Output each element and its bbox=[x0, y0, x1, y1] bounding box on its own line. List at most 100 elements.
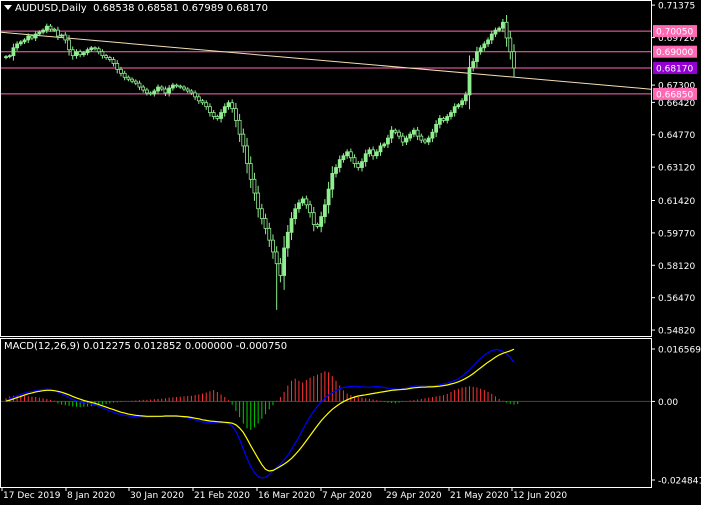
macd-label: MACD(12,26,9) 0.012275 0.012852 0.000000… bbox=[4, 341, 288, 352]
candle-body bbox=[115, 63, 120, 70]
candle-body bbox=[193, 92, 198, 98]
candle-body bbox=[259, 208, 264, 219]
candle-body bbox=[393, 129, 398, 133]
candle-body bbox=[237, 120, 242, 135]
candle-body bbox=[322, 204, 327, 218]
candle-body bbox=[85, 49, 90, 54]
candle-body bbox=[475, 51, 479, 62]
candle-body bbox=[345, 151, 350, 157]
candle-body bbox=[89, 47, 94, 51]
candle-body bbox=[148, 92, 153, 95]
candle-body bbox=[230, 102, 235, 110]
candle-body bbox=[189, 90, 194, 94]
candle-body bbox=[59, 34, 64, 37]
candle-body bbox=[93, 47, 97, 50]
candle-body bbox=[460, 100, 464, 106]
candle-body bbox=[200, 100, 205, 104]
candle-body bbox=[441, 118, 446, 121]
candle-body bbox=[348, 151, 353, 159]
chart-header: AUDUSD,Daily 0.68538 0.68581 0.67989 0.6… bbox=[4, 3, 268, 14]
time-tick-label: 30 Jan 2020 bbox=[130, 491, 184, 501]
price-tick-label: 0.56470 bbox=[658, 294, 695, 304]
candle-body bbox=[78, 51, 83, 56]
candle-body bbox=[334, 167, 338, 174]
candle-body bbox=[482, 43, 487, 49]
candle-body bbox=[211, 112, 216, 117]
candle-body bbox=[137, 82, 142, 88]
candle-body bbox=[382, 143, 387, 147]
candle-body bbox=[241, 133, 246, 147]
candle-body bbox=[96, 48, 101, 53]
candle-body bbox=[411, 129, 416, 135]
candle-body bbox=[133, 80, 138, 84]
candle-body bbox=[204, 102, 209, 108]
candle-body bbox=[15, 43, 20, 49]
candle-body bbox=[471, 61, 476, 68]
time-tick-label: 12 Jun 2020 bbox=[513, 491, 567, 501]
candle-body bbox=[33, 33, 38, 39]
price-tick-label: 0.59770 bbox=[658, 229, 695, 239]
candle-body bbox=[289, 218, 294, 233]
candle-body bbox=[374, 151, 379, 157]
candle-body bbox=[352, 157, 357, 165]
candle-body bbox=[167, 87, 172, 94]
candle-body bbox=[67, 39, 71, 51]
macd-header: MACD(12,26,9) 0.012275 0.012852 0.000000… bbox=[4, 341, 287, 352]
dropdown-triangle-icon[interactable] bbox=[4, 5, 12, 10]
candle-body bbox=[386, 137, 390, 145]
candle-body bbox=[300, 198, 305, 204]
candle-body bbox=[170, 84, 175, 89]
candle-body bbox=[274, 251, 279, 265]
time-tick-label: 21 Feb 2020 bbox=[194, 491, 250, 501]
candle-body bbox=[81, 52, 86, 56]
candle-body bbox=[297, 202, 301, 210]
candle-body bbox=[504, 21, 509, 39]
candle-body bbox=[423, 139, 427, 143]
candle-body bbox=[141, 86, 146, 91]
candle-body bbox=[508, 37, 513, 53]
symbol-label: AUDUSD,Daily bbox=[15, 3, 87, 14]
candle-body bbox=[337, 159, 342, 168]
candle-body bbox=[278, 263, 283, 276]
candle-body bbox=[315, 224, 320, 227]
candle-body bbox=[145, 89, 149, 94]
candle-body bbox=[18, 41, 23, 45]
macd-tick-label: 0.00 bbox=[658, 398, 678, 408]
candle-body bbox=[11, 47, 16, 57]
candle-body bbox=[330, 173, 335, 190]
candle-body bbox=[282, 247, 287, 276]
candle-body bbox=[497, 27, 502, 31]
candle-body bbox=[119, 68, 123, 74]
price-tag-label: 0.68170 bbox=[656, 65, 693, 75]
candle-body bbox=[248, 163, 253, 180]
candle-body bbox=[126, 76, 131, 80]
price-tick-label: 0.63120 bbox=[658, 164, 695, 174]
candle-body bbox=[219, 112, 223, 119]
candle-body bbox=[56, 29, 60, 37]
candle-body bbox=[215, 116, 220, 119]
candle-body bbox=[389, 129, 394, 139]
candle-body bbox=[367, 149, 372, 155]
candle-body bbox=[308, 204, 312, 214]
candle-body bbox=[456, 104, 461, 108]
price-chart[interactable]: 0.713750.697200.673000.664200.647700.631… bbox=[0, 0, 701, 505]
candle-body bbox=[419, 135, 424, 141]
candle-body bbox=[44, 25, 49, 31]
candle-body bbox=[363, 153, 368, 163]
price-tag-label: 0.70050 bbox=[656, 28, 693, 38]
time-tick-label: 8 Jan 2020 bbox=[67, 491, 115, 501]
candle-body bbox=[426, 137, 431, 143]
candle-body bbox=[130, 78, 134, 82]
candle-body bbox=[326, 188, 331, 206]
price-tag-label: 0.66850 bbox=[656, 90, 693, 100]
candle-body bbox=[512, 51, 516, 69]
time-tick-label: 21 May 2020 bbox=[450, 491, 509, 501]
macd-tick-label: 0.016569 bbox=[658, 346, 701, 356]
candle-body bbox=[245, 145, 249, 165]
candle-body bbox=[256, 192, 261, 210]
candle-body bbox=[163, 88, 168, 94]
candle-body bbox=[404, 137, 409, 143]
candle-body bbox=[41, 29, 45, 33]
candle-body bbox=[174, 84, 179, 87]
candle-body bbox=[378, 145, 383, 153]
